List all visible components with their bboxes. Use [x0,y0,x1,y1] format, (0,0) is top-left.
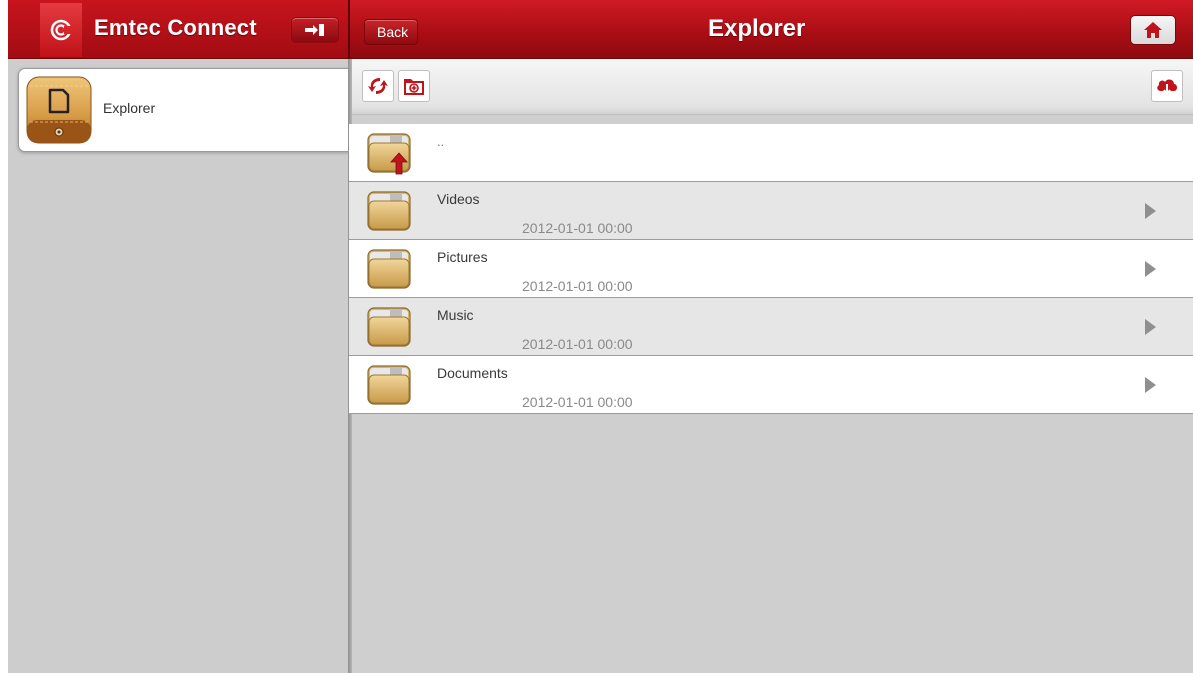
parent-folder-label: .. [437,134,445,149]
cloud-upload-button[interactable] [1151,70,1183,102]
folder-date: 2012-01-01 00:00 [522,220,633,236]
sidebar-item-explorer[interactable]: Explorer [18,68,349,152]
folder-name: Videos [437,191,480,207]
folder-name: Pictures [437,249,488,265]
folder-icon [366,305,412,349]
emtec-logo-icon [40,3,82,57]
back-button-label: Back [377,24,409,40]
header-separator [348,0,350,58]
home-button[interactable] [1130,15,1176,45]
exit-icon [305,24,324,36]
top-bar: Emtec Connect Back Explorer [8,0,1193,59]
chevron-right-icon [1145,377,1156,393]
refresh-button[interactable] [362,70,394,102]
cloud-upload-icon [1157,79,1177,96]
folder-icon [366,363,412,407]
sidebar-item-label: Explorer [103,100,156,116]
folder-up-icon [366,131,412,175]
folder-name: Music [437,307,474,323]
list-item[interactable]: Pictures 2012-01-01 00:00 [349,240,1193,298]
list-item[interactable]: Music 2012-01-01 00:00 [349,298,1193,356]
list-item[interactable]: Videos 2012-01-01 00:00 [349,182,1193,240]
folder-icon [366,247,412,291]
app-header: Emtec Connect [8,0,348,58]
page-title: Explorer [708,15,806,42]
folder-name: Documents [437,365,508,381]
app-title: Emtec Connect [94,15,257,40]
folder-date: 2012-01-01 00:00 [522,394,633,410]
exit-button[interactable] [291,17,339,43]
chevron-right-icon [1145,319,1156,335]
folder-date: 2012-01-01 00:00 [522,336,633,352]
refresh-icon [368,78,388,94]
explorer-app-icon [26,76,92,144]
folder-icon [366,189,412,233]
back-button[interactable]: Back [364,19,419,45]
chevron-right-icon [1145,203,1156,219]
chevron-right-icon [1145,261,1156,277]
parent-folder-row[interactable]: .. [349,124,1193,182]
home-icon [1144,22,1162,38]
sidebar: Explorer [8,59,349,673]
app-window: Emtec Connect Back Explorer Explorer .. … [8,0,1193,673]
new-folder-icon [404,79,424,95]
toolbar [352,59,1193,115]
list-item[interactable]: Documents 2012-01-01 00:00 [349,356,1193,414]
folder-date: 2012-01-01 00:00 [522,278,633,294]
new-folder-button[interactable] [398,70,430,102]
